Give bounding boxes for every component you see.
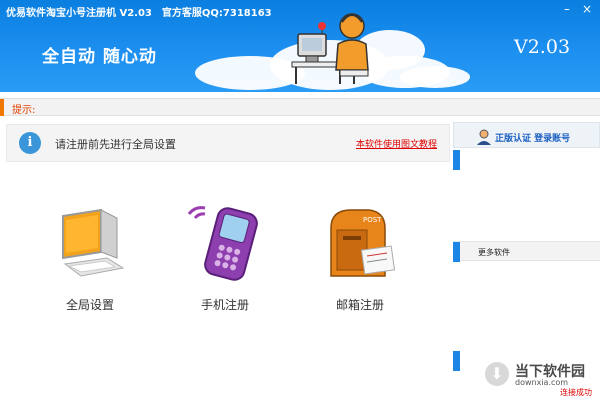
version-label: V2.03 (514, 36, 571, 58)
hint-bar: 提示: (0, 98, 600, 116)
mobile-register-button[interactable]: 手机注册 (175, 206, 275, 318)
tile-label: 邮箱注册 (335, 298, 384, 312)
more-software-label: 更多软件 (478, 248, 510, 257)
side-accent-bar (453, 351, 460, 371)
certification-label: 正版认证 登录账号 (495, 133, 571, 144)
hint-accent (0, 99, 4, 116)
app-window: 优易软件淘宝小号注册机 V2.03 官方客服QQ:7318163 – × 全自动… (0, 0, 600, 400)
close-button[interactable]: × (580, 2, 594, 16)
customer-service-icon (291, 13, 369, 84)
info-message: 请注册前先进行全局设置 (55, 138, 176, 151)
side-panel: 正版认证 登录账号 更多软件 (453, 118, 600, 400)
certification-content: 正版认证 登录账号 (476, 128, 570, 146)
connection-status: 连接成功 (560, 388, 592, 397)
tile-label: 手机注册 (200, 298, 249, 312)
slogan: 全自动 随心动 (42, 47, 157, 67)
download-icon: ⬇ (485, 362, 509, 386)
mobile-phone-icon (187, 206, 258, 281)
computer-icon (62, 208, 125, 277)
watermark: ⬇ 当下软件园 downxia.com (485, 360, 593, 390)
minimize-button[interactable]: – (560, 2, 574, 16)
cloud-decoration (400, 66, 470, 88)
hint-label: 提示: (12, 105, 36, 116)
watermark-domain: downxia.com (515, 378, 569, 387)
user-avatar-icon (477, 129, 491, 145)
more-software-strip[interactable]: 更多软件 (453, 241, 600, 261)
mailbox-icon: POST (330, 209, 395, 277)
svg-text:POST: POST (363, 216, 382, 224)
side-accent-bar (453, 150, 460, 170)
service-qq: 官方客服QQ:7318163 (161, 8, 272, 19)
tile-label: 全局设置 (65, 298, 114, 312)
info-icon: i (19, 132, 41, 154)
certification-button[interactable]: 正版认证 登录账号 (453, 122, 600, 148)
tutorial-link[interactable]: 本软件使用图文教程 (356, 137, 437, 150)
header-banner: 优易软件淘宝小号注册机 V2.03 官方客服QQ:7318163 – × 全自动… (0, 0, 600, 92)
title-bar: 优易软件淘宝小号注册机 V2.03 官方客服QQ:7318163 (6, 4, 272, 19)
side-accent-bar (453, 242, 460, 262)
global-settings-button[interactable]: 全局设置 (40, 208, 140, 318)
email-register-button[interactable]: POST 邮箱注册 (310, 208, 410, 318)
window-title: 优易软件淘宝小号注册机 V2.03 (6, 8, 152, 19)
info-box: i 请注册前先进行全局设置 本软件使用图文教程 (6, 124, 450, 162)
